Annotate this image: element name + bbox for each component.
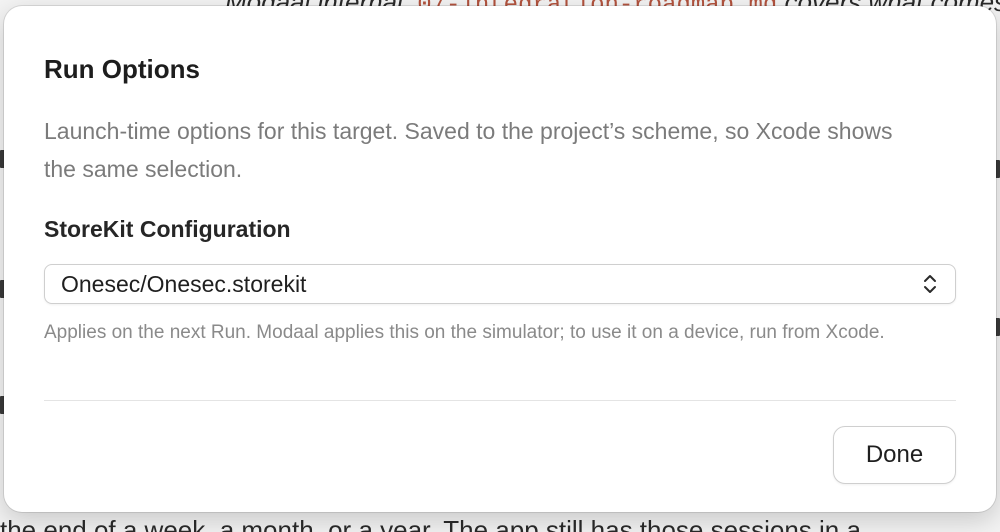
- chevron-up-down-icon: [921, 272, 939, 296]
- run-options-sheet: Run Options Launch-time options for this…: [4, 6, 996, 512]
- storekit-configuration-value: Onesec/Onesec.storekit: [61, 270, 307, 297]
- dialog-description: Launch-time options for this target. Sav…: [44, 118, 893, 182]
- done-button[interactable]: Done: [833, 426, 956, 484]
- storekit-configuration-select[interactable]: Onesec/Onesec.storekit: [44, 264, 956, 304]
- dialog-title: Run Options: [44, 54, 200, 84]
- storekit-hint-text: Applies on the next Run. Modaal applies …: [44, 322, 885, 343]
- storekit-configuration-label: StoreKit Configuration: [44, 216, 291, 242]
- background-text-line-bottom: the end of a week, a month, or a year. T…: [0, 515, 861, 532]
- footer-divider: [44, 400, 956, 401]
